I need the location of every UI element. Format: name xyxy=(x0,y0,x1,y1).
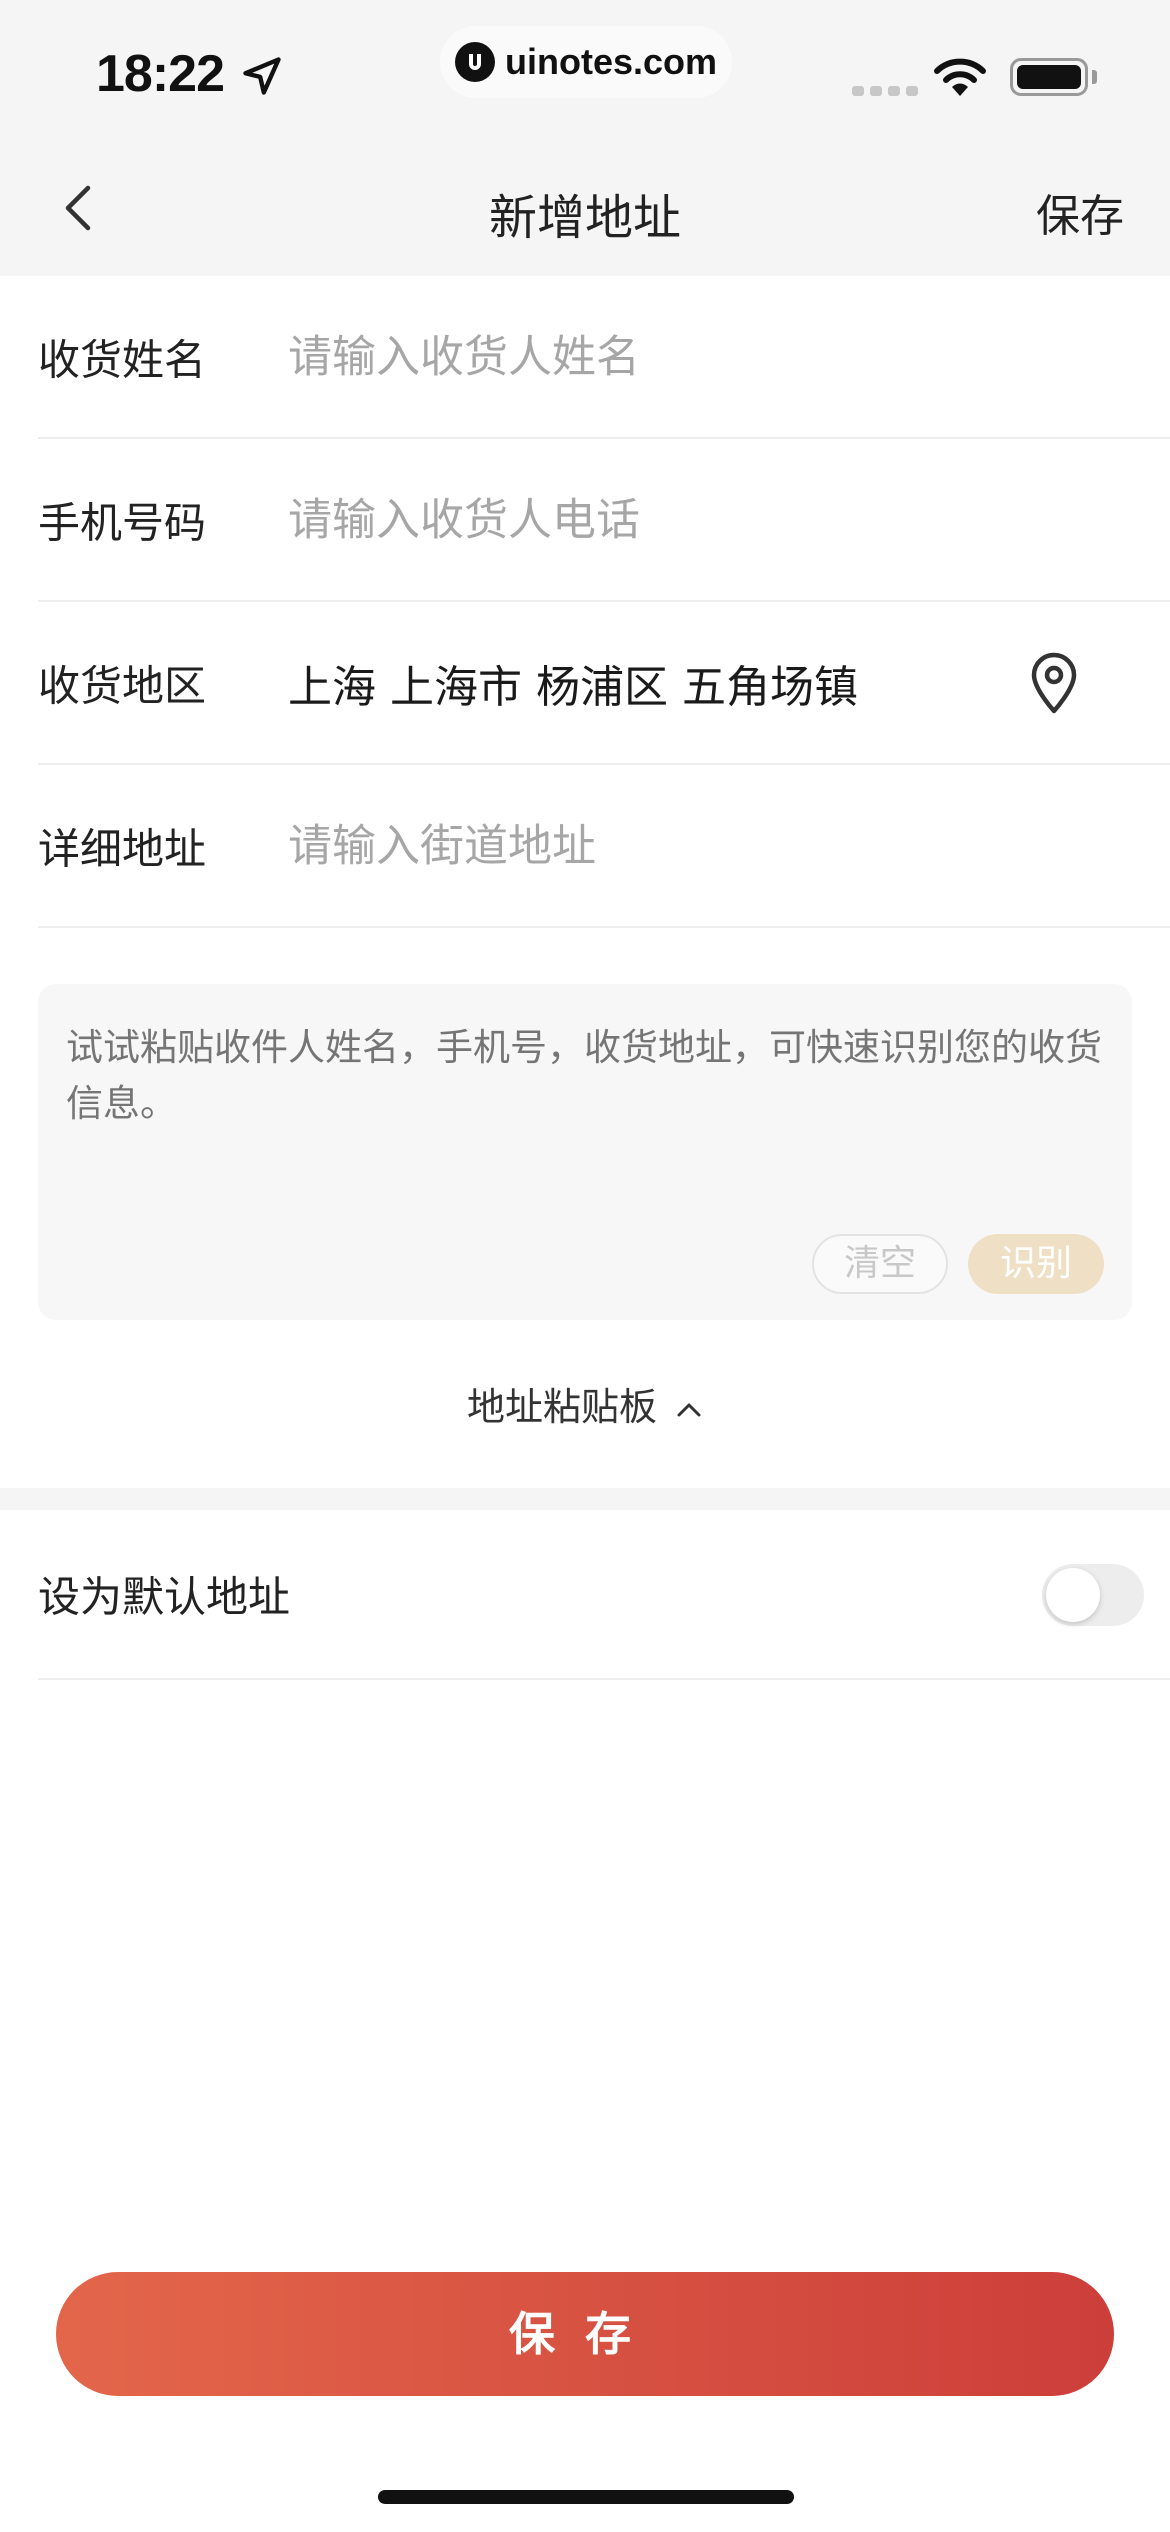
save-button[interactable]: 保存 xyxy=(56,2272,1114,2396)
home-indicator[interactable] xyxy=(378,2490,794,2504)
region-selector[interactable]: 上海 上海市 杨浦区 五角场镇 xyxy=(288,651,858,715)
clear-button[interactable]: 清空 xyxy=(812,1234,948,1294)
form-row-phone: 手机号码 xyxy=(38,439,1170,602)
page-title: 新增地址 xyxy=(488,190,681,246)
chevron-up-icon xyxy=(677,1403,701,1416)
status-bar: 18:22 uinotes.com xyxy=(0,0,1170,140)
signal-icon xyxy=(852,86,918,96)
detail-label: 详细地址 xyxy=(38,824,207,873)
screen: 18:22 uinotes.com 新增地址 保存 收货姓名 请输入收货人姓名 … xyxy=(0,0,1170,2532)
name-label: 收货姓名 xyxy=(38,335,207,384)
paste-box: 清空 识别 xyxy=(38,984,1132,1320)
nav-save-button[interactable]: 保存 xyxy=(1036,180,1124,244)
clipboard-toggle[interactable]: 地址粘贴板 xyxy=(0,1376,1170,1431)
default-address-label: 设为默认地址 xyxy=(38,1572,291,1622)
default-address-toggle[interactable] xyxy=(1042,1564,1144,1626)
wifi-icon xyxy=(934,58,986,96)
form-row-name: 收货姓名 xyxy=(38,276,1170,439)
watermark: uinotes.com xyxy=(440,26,732,98)
nav-bar: 新增地址 保存 xyxy=(0,140,1170,276)
status-time: 18:22 xyxy=(96,45,225,103)
section-divider xyxy=(0,1488,1170,1510)
default-address-row: 设为默认地址 xyxy=(38,1510,1170,1680)
form-row-detail: 详细地址 xyxy=(38,765,1170,928)
phone-input[interactable] xyxy=(288,494,1048,545)
toggle-knob xyxy=(1046,1568,1100,1622)
detail-address-input[interactable] xyxy=(288,820,1048,871)
uinotes-logo-icon xyxy=(454,42,495,82)
paste-textarea[interactable] xyxy=(66,1020,1106,1160)
name-input[interactable] xyxy=(288,331,1048,382)
recognize-button[interactable]: 识别 xyxy=(968,1234,1104,1294)
watermark-text: uinotes.com xyxy=(504,41,718,82)
battery-icon xyxy=(1010,58,1088,96)
form-row-region: 收货地区 上海 上海市 杨浦区 五角场镇 xyxy=(38,602,1170,765)
region-label: 收货地区 xyxy=(38,661,207,710)
clipboard-toggle-label: 地址粘贴板 xyxy=(466,1385,657,1429)
location-pin-icon[interactable] xyxy=(1026,651,1082,715)
phone-label: 手机号码 xyxy=(38,498,207,547)
location-arrow-icon xyxy=(243,57,281,95)
battery-cap xyxy=(1092,70,1097,84)
